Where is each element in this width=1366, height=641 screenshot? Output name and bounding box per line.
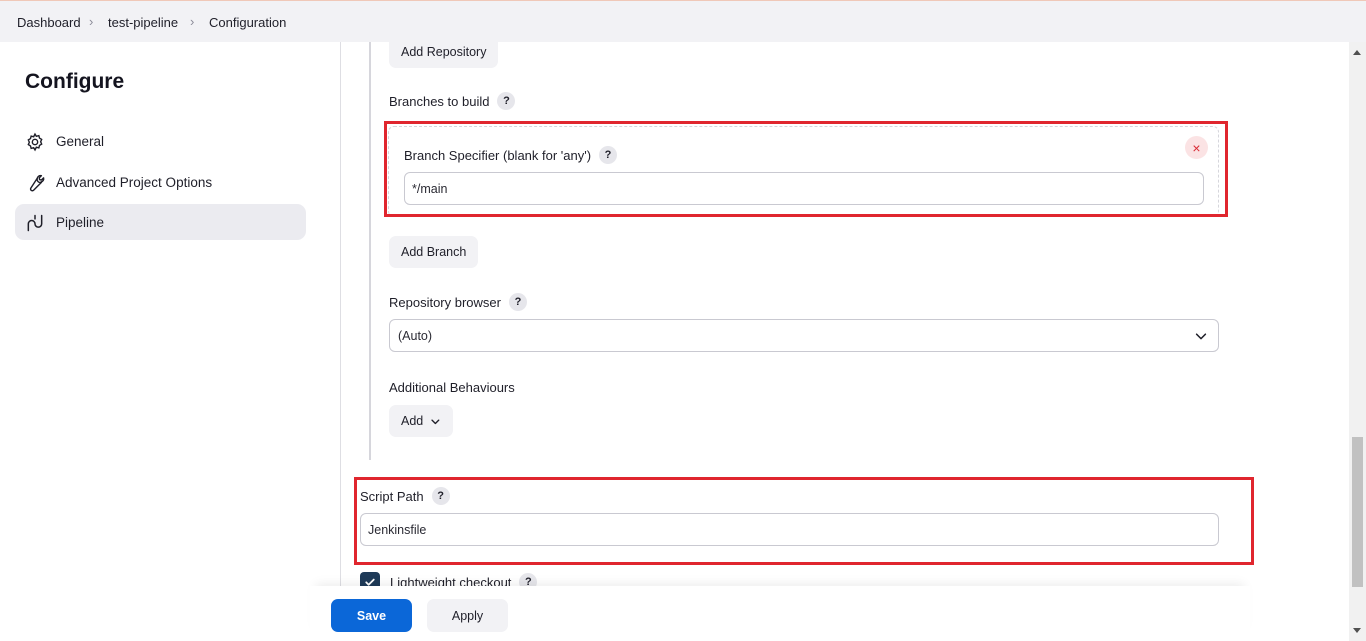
branches-to-build-text: Branches to build xyxy=(389,93,490,109)
add-behaviour-text: Add xyxy=(401,414,424,428)
sidebar-item-label: Advanced Project Options xyxy=(56,174,213,190)
chevron-right-icon: › xyxy=(89,14,94,29)
chevron-down-icon xyxy=(1195,333,1207,340)
add-behaviour-button[interactable]: Add xyxy=(389,405,453,437)
help-icon[interactable]: ? xyxy=(431,487,450,505)
chevron-down-icon xyxy=(431,418,440,424)
content-divider xyxy=(340,42,341,641)
pipeline-icon xyxy=(27,214,43,232)
repository-browser-value: (Auto) xyxy=(398,328,433,343)
breadcrumb-configuration[interactable]: Configuration xyxy=(209,15,286,30)
add-repository-button[interactable]: Add Repository xyxy=(389,36,499,68)
repository-browser-select[interactable]: (Auto) xyxy=(389,319,1219,352)
branch-specifier-input[interactable]: */main xyxy=(404,172,1204,205)
branch-specifier-text: Branch Specifier (blank for 'any') xyxy=(404,147,592,163)
branch-specifier-label: Branch Specifier (blank for 'any') ? xyxy=(404,146,618,164)
wrench-icon xyxy=(29,174,45,192)
sidebar-item-label: General xyxy=(56,133,105,149)
branches-to-build-label: Branches to build ? xyxy=(389,92,516,110)
scroll-up-arrow-icon[interactable] xyxy=(1353,50,1361,55)
scrollbar-thumb[interactable] xyxy=(1352,437,1363,587)
chevron-right-icon: › xyxy=(190,14,195,29)
remove-branch-close-icon[interactable]: × xyxy=(1185,136,1208,159)
add-branch-button[interactable]: Add Branch xyxy=(389,236,479,268)
sidebar-item-pipeline[interactable]: Pipeline xyxy=(15,204,306,240)
apply-button[interactable]: Apply xyxy=(427,599,508,632)
help-icon[interactable]: ? xyxy=(599,146,618,164)
script-path-label: Script Path ? xyxy=(360,487,450,505)
section-indent-line xyxy=(369,42,371,460)
breadcrumb-test-pipeline[interactable]: test-pipeline xyxy=(108,15,178,30)
script-path-text: Script Path xyxy=(360,488,424,504)
repository-browser-text: Repository browser xyxy=(389,294,501,310)
help-icon[interactable]: ? xyxy=(497,92,516,110)
sidebar-item-general[interactable]: General xyxy=(15,123,306,159)
additional-behaviours-label: Additional Behaviours xyxy=(389,379,515,395)
sidebar-item-label: Pipeline xyxy=(56,214,105,230)
scroll-down-arrow-icon[interactable] xyxy=(1353,628,1361,633)
save-button[interactable]: Save xyxy=(331,599,412,632)
help-icon[interactable]: ? xyxy=(509,293,527,311)
gear-icon xyxy=(27,132,43,152)
page-title: Configure xyxy=(25,70,125,93)
breadcrumb-dashboard[interactable]: Dashboard xyxy=(17,15,81,30)
script-path-input[interactable]: Jenkinsfile xyxy=(360,513,1219,546)
sidebar-item-advanced-project-options[interactable]: Advanced Project Options xyxy=(15,164,306,200)
repository-browser-label: Repository browser ? xyxy=(389,293,527,311)
breadcrumb-bar: Dashboard › test-pipeline › Configuratio… xyxy=(0,0,1366,42)
